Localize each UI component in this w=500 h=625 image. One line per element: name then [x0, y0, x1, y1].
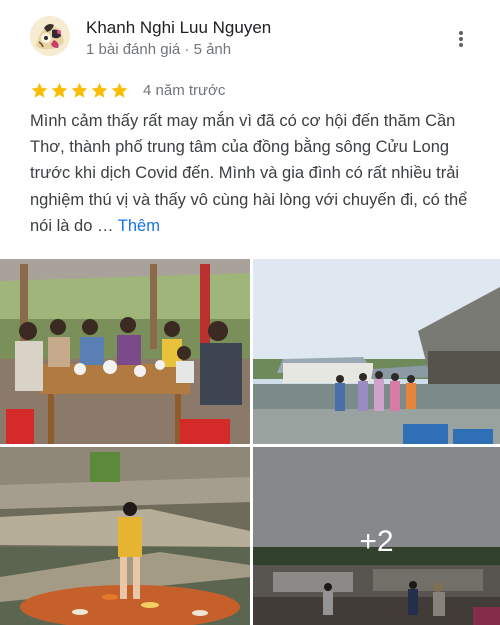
rating-row: 4 năm trước [30, 80, 225, 100]
star-icon [111, 82, 128, 98]
avatar-image [30, 16, 70, 56]
review-header: Khanh Nghi Luu Nguyen 1 bài đánh giá · 5… [0, 0, 500, 68]
star-icon [31, 82, 48, 98]
photo-koi-pond-image [0, 447, 250, 625]
review-photo-koi-pond[interactable] [0, 447, 250, 625]
reviewer-avatar[interactable] [30, 16, 70, 56]
read-more-link[interactable]: Thêm [118, 217, 160, 235]
more-vert-icon-dot [459, 31, 463, 35]
photo-fish-farm-image [253, 259, 500, 444]
photo-family-meal-image [0, 259, 250, 444]
more-photos-count: +2 [359, 525, 394, 558]
star-icon [71, 82, 88, 98]
review-photo-fish-farm-group[interactable] [253, 259, 500, 444]
review-body: Mình cảm thấy rất may mắn vì đã có cơ hộ… [30, 112, 468, 235]
reviewer-meta: 1 bài đánh giá · 5 ảnh [86, 41, 232, 58]
star-icon [51, 82, 68, 98]
reviewer-name[interactable]: Khanh Nghi Luu Nguyen [86, 18, 271, 38]
star-rating [30, 81, 129, 100]
star-icon [91, 82, 108, 98]
review-photo-more[interactable]: +2 [253, 447, 500, 625]
review-date: 4 năm trước [143, 81, 226, 99]
more-options-button[interactable] [450, 26, 472, 52]
review-text: Mình cảm thấy rất may mắn vì đã có cơ hộ… [30, 108, 480, 239]
more-vert-icon-dot [459, 37, 463, 41]
more-vert-icon-dot [459, 43, 463, 47]
review-photo-family-meal[interactable] [0, 259, 250, 444]
